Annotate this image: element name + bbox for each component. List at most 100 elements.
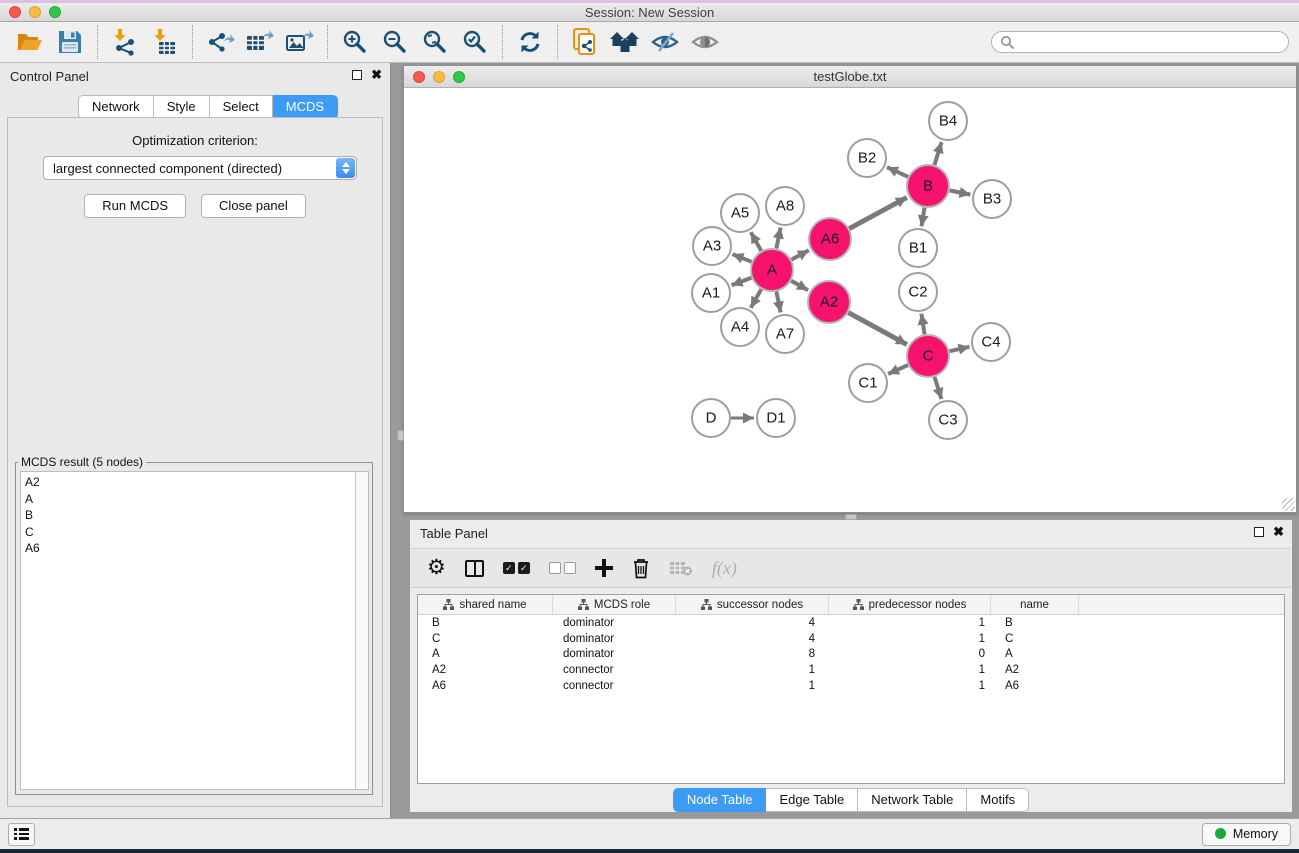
graph-edge-B-B3[interactable] — [950, 190, 971, 194]
show-graphics-details-icon[interactable] — [685, 24, 725, 60]
tab-style[interactable]: Style — [154, 95, 210, 119]
graph-edge-A-A7[interactable] — [776, 292, 780, 313]
result-item[interactable]: C — [25, 524, 355, 541]
table-cell: 4 — [676, 617, 829, 629]
criterion-dropdown[interactable]: largest connected component (directed) — [43, 156, 357, 180]
close-panel-icon[interactable]: ✖ — [1273, 527, 1284, 537]
close-window-button[interactable] — [9, 6, 21, 18]
graph-edge-A6-B[interactable] — [849, 197, 907, 228]
import-network-icon[interactable] — [105, 24, 145, 60]
zoom-window-button[interactable] — [49, 6, 61, 18]
table-cell: 8 — [676, 648, 829, 660]
delete-rows-trash-icon[interactable] — [632, 555, 650, 581]
float-panel-icon[interactable] — [352, 70, 362, 80]
column-header-shared-name[interactable]: shared name — [418, 595, 553, 614]
zoom-fit-icon[interactable] — [415, 24, 455, 60]
table-row[interactable]: A2connector11A2 — [418, 662, 1284, 678]
select-all-icon[interactable]: ✓✓ — [503, 555, 530, 581]
result-item[interactable]: A6 — [25, 540, 355, 557]
graph-node-label: A — [767, 262, 777, 279]
resize-grip-icon[interactable] — [1282, 498, 1295, 511]
tab-node-table[interactable]: Node Table — [673, 788, 767, 812]
close-panel-icon[interactable]: ✖ — [371, 70, 382, 80]
result-item[interactable]: A2 — [25, 474, 355, 491]
graph-edge-C-C4[interactable] — [949, 347, 969, 351]
graph-edge-A-A4[interactable] — [751, 289, 761, 308]
main-toolbar — [0, 22, 1299, 63]
table-row[interactable]: A6connector11A6 — [418, 678, 1284, 694]
tab-network-table[interactable]: Network Table — [858, 788, 967, 812]
graph-edge-A-A8[interactable] — [776, 228, 780, 249]
result-scrollbar[interactable] — [355, 472, 368, 789]
hide-graphics-details-icon[interactable] — [645, 24, 685, 60]
network-zoom-button[interactable] — [453, 71, 465, 83]
graph-edge-A-A5[interactable] — [751, 232, 761, 251]
graph-node-label: B3 — [983, 191, 1001, 208]
graph-node-label: C3 — [938, 412, 957, 429]
table-row[interactable]: Cdominator41C — [418, 631, 1284, 647]
graph-edge-B-B2[interactable] — [887, 167, 908, 177]
graph-edge-A-A2[interactable] — [791, 281, 808, 290]
task-history-list-icon[interactable] — [8, 823, 35, 846]
table-cell: 0 — [829, 648, 991, 660]
open-session-icon[interactable] — [10, 24, 50, 60]
network-window-titlebar[interactable]: testGlobe.txt — [404, 66, 1296, 88]
minimize-window-button[interactable] — [29, 6, 41, 18]
export-image-icon[interactable] — [280, 24, 320, 60]
run-mcds-button[interactable]: Run MCDS — [84, 194, 186, 218]
add-column-icon[interactable] — [595, 555, 613, 581]
graph-edge-A-A6[interactable] — [791, 250, 808, 259]
tab-network[interactable]: Network — [78, 95, 154, 119]
graph-edge-C-C1[interactable] — [888, 365, 908, 374]
column-header-mcds-role[interactable]: MCDS role — [553, 595, 676, 614]
table-cell: 1 — [829, 680, 991, 692]
float-panel-icon[interactable] — [1254, 527, 1264, 537]
tab-mcds[interactable]: MCDS — [273, 95, 338, 119]
table-row[interactable]: Adominator80A — [418, 647, 1284, 663]
show-columns-icon[interactable] — [465, 555, 484, 581]
table-settings-gear-icon[interactable]: ⚙ — [427, 555, 446, 581]
tab-select[interactable]: Select — [210, 95, 273, 119]
search-input[interactable] — [1019, 35, 1280, 49]
search-field[interactable] — [991, 31, 1289, 53]
network-minimize-button[interactable] — [433, 71, 445, 83]
result-item[interactable]: A — [25, 491, 355, 508]
graph-edge-A2-C[interactable] — [848, 313, 907, 345]
graph-edge-A-A1[interactable] — [732, 278, 752, 285]
memory-button[interactable]: Memory — [1202, 823, 1291, 846]
import-table-icon[interactable] — [145, 24, 185, 60]
shared-column-icon — [578, 599, 589, 610]
table-cell: C — [991, 633, 1079, 645]
criterion-value: largest connected component (directed) — [53, 161, 282, 176]
result-item[interactable]: B — [25, 507, 355, 524]
network-close-button[interactable] — [413, 71, 425, 83]
home-icon[interactable] — [605, 24, 645, 60]
table-row[interactable]: Bdominator41B — [418, 615, 1284, 631]
zoom-out-icon[interactable] — [375, 24, 415, 60]
table-cell: A2 — [418, 664, 553, 676]
save-session-icon[interactable] — [50, 24, 90, 60]
network-graph: B4B2BB3A8A5A6A3B1AC2A1A2A4A7C4CC1DD1C3 — [404, 88, 1296, 512]
graph-edge-C-C3[interactable] — [935, 377, 942, 399]
graph-edge-B-B1[interactable] — [922, 208, 925, 227]
vertical-splitter-handle[interactable] — [397, 430, 404, 441]
zoom-selected-icon[interactable] — [455, 24, 495, 60]
graph-edge-A-A3[interactable] — [732, 254, 751, 262]
column-header-successor-nodes[interactable]: successor nodes — [676, 595, 829, 614]
refresh-icon[interactable] — [510, 24, 550, 60]
tab-motifs[interactable]: Motifs — [967, 788, 1029, 812]
deselect-all-icon[interactable] — [549, 555, 576, 581]
dropdown-stepper-icon — [336, 158, 355, 178]
close-panel-button[interactable]: Close panel — [201, 194, 306, 218]
open-session-file-icon[interactable] — [565, 24, 605, 60]
network-canvas[interactable]: B4B2BB3A8A5A6A3B1AC2A1A2A4A7C4CC1DD1C3 — [404, 88, 1296, 512]
tab-edge-table[interactable]: Edge Table — [766, 788, 858, 812]
graph-edge-C-C2[interactable] — [921, 314, 924, 335]
export-table-icon[interactable] — [240, 24, 280, 60]
column-header-predecessor-nodes[interactable]: predecessor nodes — [829, 595, 991, 614]
column-header-name[interactable]: name — [991, 595, 1079, 614]
table-cell: 1 — [829, 633, 991, 645]
graph-edge-B-B4[interactable] — [934, 142, 941, 165]
export-network-icon[interactable] — [200, 24, 240, 60]
zoom-in-icon[interactable] — [335, 24, 375, 60]
